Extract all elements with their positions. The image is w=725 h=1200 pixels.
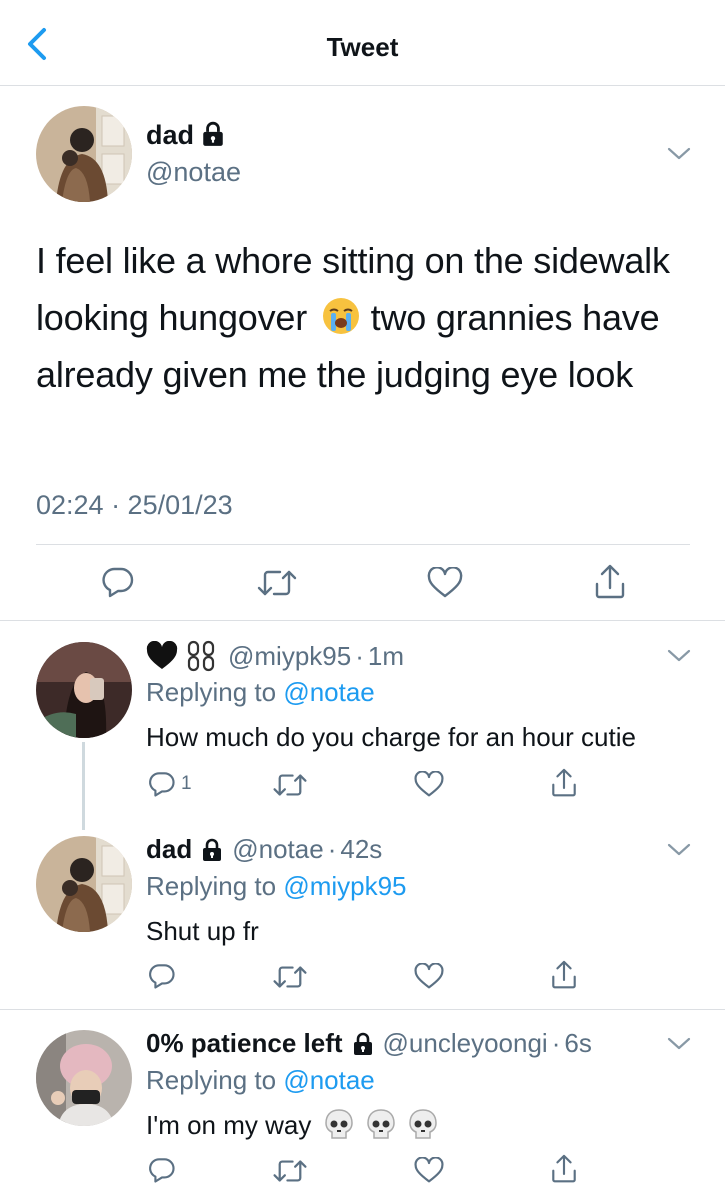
- avatar[interactable]: [36, 106, 132, 202]
- avatar[interactable]: [36, 642, 132, 738]
- reply-text: How much do you charge for an hour cutie: [146, 722, 636, 752]
- reply-header: 0% patience left @uncleyoongi · 6s: [146, 1028, 592, 1059]
- avatar[interactable]: [36, 1030, 132, 1126]
- reply-time[interactable]: 6s: [564, 1028, 591, 1059]
- comment-icon: [102, 567, 134, 598]
- retweet-icon: [257, 570, 297, 596]
- lock-icon: [353, 1032, 372, 1055]
- black-heart-icon: [146, 641, 178, 669]
- like-button[interactable]: [414, 771, 444, 798]
- replying-to: Replying to @notae: [146, 677, 375, 707]
- replying-to: Replying to @notae: [146, 1065, 375, 1095]
- reply-header: dad @notae · 42s: [146, 834, 382, 865]
- divider: [0, 1009, 725, 1010]
- heart-icon: [414, 963, 444, 989]
- reply-button[interactable]: [148, 1156, 176, 1184]
- share-button[interactable]: [550, 1154, 578, 1184]
- like-button[interactable]: [414, 963, 444, 990]
- replying-to: Replying to @miypk95: [146, 871, 407, 901]
- separator-dot: ·: [355, 640, 364, 671]
- share-icon: [552, 1154, 576, 1183]
- reply-button[interactable]: [101, 566, 135, 598]
- reply-handle[interactable]: @miypk95: [228, 641, 351, 672]
- reply-author-name[interactable]: 0% patience left: [146, 1028, 343, 1059]
- retweet-button[interactable]: [272, 964, 308, 990]
- separator-dot: ·: [551, 1028, 561, 1058]
- lock-icon: [203, 121, 223, 146]
- skull-icon: [409, 1109, 438, 1139]
- author-name[interactable]: dad: [146, 120, 226, 151]
- replying-to-link[interactable]: @notae: [283, 677, 374, 707]
- comment-icon: [149, 772, 175, 797]
- lock-icon: [203, 838, 222, 861]
- tweet-timestamp[interactable]: 02:24 · 25/01/23: [36, 490, 233, 521]
- skull-icon: [325, 1109, 354, 1139]
- retweet-icon: [273, 1160, 307, 1182]
- share-button[interactable]: [550, 960, 578, 990]
- top-bar: Tweet: [0, 0, 725, 86]
- skull-icon: [367, 1109, 396, 1139]
- retweet-icon: [273, 966, 307, 988]
- avatar[interactable]: [36, 836, 132, 932]
- share-button[interactable]: [550, 768, 578, 798]
- reply-button[interactable]: [148, 962, 176, 990]
- replying-to-link[interactable]: @miypk95: [283, 871, 406, 901]
- reply-count: 1: [181, 773, 192, 794]
- chevron-down-icon[interactable]: [666, 648, 692, 664]
- reply-text: Shut up fr: [146, 916, 259, 946]
- thread-line: [82, 742, 85, 830]
- heart-icon: [414, 1157, 444, 1183]
- chevron-down-icon[interactable]: [666, 146, 692, 162]
- loudly-crying-emoji: [321, 289, 361, 346]
- reply-text: I'm on my way: [146, 1108, 439, 1142]
- reply-handle[interactable]: @uncleyoongi: [383, 1028, 548, 1059]
- reply-handle[interactable]: @notae: [232, 834, 323, 865]
- reply-time[interactable]: 42s: [340, 834, 382, 865]
- skull-emoji-row: [323, 1108, 439, 1142]
- divider: [36, 544, 690, 545]
- chain-icon: [187, 640, 215, 672]
- tweet-text: I feel like a whore sitting on the sidew…: [36, 240, 670, 395]
- retweet-button[interactable]: [272, 772, 308, 798]
- like-button[interactable]: [427, 567, 463, 599]
- like-button[interactable]: [414, 1157, 444, 1184]
- reply-time[interactable]: 1m: [368, 641, 404, 672]
- divider: [0, 620, 725, 621]
- retweet-button[interactable]: [256, 568, 298, 598]
- chevron-down-icon[interactable]: [666, 842, 692, 858]
- heart-icon: [427, 567, 463, 598]
- comment-icon: [149, 964, 175, 989]
- reply-button[interactable]: 1: [148, 770, 192, 798]
- separator-dot: ·: [327, 834, 337, 864]
- chevron-down-icon[interactable]: [666, 1036, 692, 1052]
- reply-header: @miypk95 · 1m: [146, 640, 404, 672]
- page-title: Tweet: [326, 32, 399, 62]
- share-button[interactable]: [593, 564, 627, 600]
- replying-to-link[interactable]: @notae: [283, 1065, 374, 1095]
- comment-icon: [149, 1158, 175, 1183]
- author-handle[interactable]: @notae: [146, 157, 241, 188]
- reply-author-name[interactable]: dad: [146, 834, 192, 865]
- share-icon: [552, 768, 576, 797]
- retweet-icon: [273, 774, 307, 796]
- share-icon: [552, 960, 576, 989]
- heart-icon: [414, 771, 444, 797]
- retweet-button[interactable]: [272, 1158, 308, 1184]
- share-icon: [595, 564, 625, 599]
